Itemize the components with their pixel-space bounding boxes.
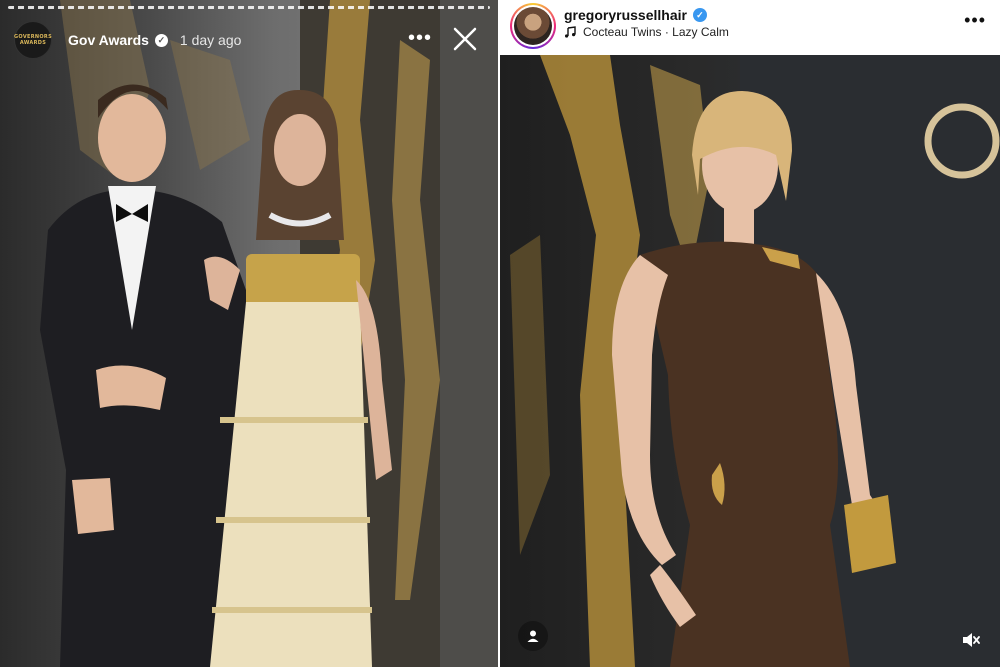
avatar-logo-line2: AWARDS: [19, 40, 47, 46]
user-tag-icon[interactable]: [518, 621, 548, 651]
post-username-row[interactable]: gregoryrussellhair ✓: [564, 7, 707, 23]
post-audio-info[interactable]: Cocteau Twins · Lazy Calm: [564, 25, 729, 39]
music-note-icon: [565, 26, 576, 38]
post-photo-scene: [510, 55, 1000, 667]
story-timestamp: 1 day ago: [179, 32, 242, 48]
verified-badge-icon: ✓: [692, 8, 707, 22]
verified-badge-icon: ✓: [154, 33, 168, 47]
instagram-post: gregoryrussellhair ✓ Cocteau Twins · Laz…: [500, 0, 1000, 667]
story-progress-bar: [8, 6, 490, 9]
screenshot-root: GOVERNORS AWARDS Gov Awards ✓ 1 day ago …: [0, 0, 1000, 667]
post-avatar[interactable]: [510, 3, 556, 49]
story-viewer[interactable]: GOVERNORS AWARDS Gov Awards ✓ 1 day ago …: [0, 0, 498, 667]
audio-artist: Cocteau Twins: [583, 25, 662, 39]
audio-separator: ·: [661, 25, 673, 39]
more-horizontal-icon[interactable]: •••: [964, 10, 986, 31]
post-header: gregoryrussellhair ✓ Cocteau Twins · Laz…: [500, 0, 1000, 55]
story-avatar[interactable]: GOVERNORS AWARDS: [14, 21, 52, 59]
audio-track: Lazy Calm: [672, 25, 729, 39]
speaker-muted-icon[interactable]: [956, 625, 986, 655]
close-icon[interactable]: [450, 24, 480, 54]
profile-photo: [514, 7, 552, 45]
story-account-name[interactable]: Gov Awards: [68, 32, 149, 48]
more-horizontal-icon[interactable]: •••: [408, 28, 432, 48]
story-photo: [40, 0, 498, 667]
story-header: GOVERNORS AWARDS Gov Awards ✓ 1 day ago …: [14, 20, 488, 60]
post-photo[interactable]: [500, 55, 1000, 667]
post-username[interactable]: gregoryrussellhair: [564, 7, 687, 23]
